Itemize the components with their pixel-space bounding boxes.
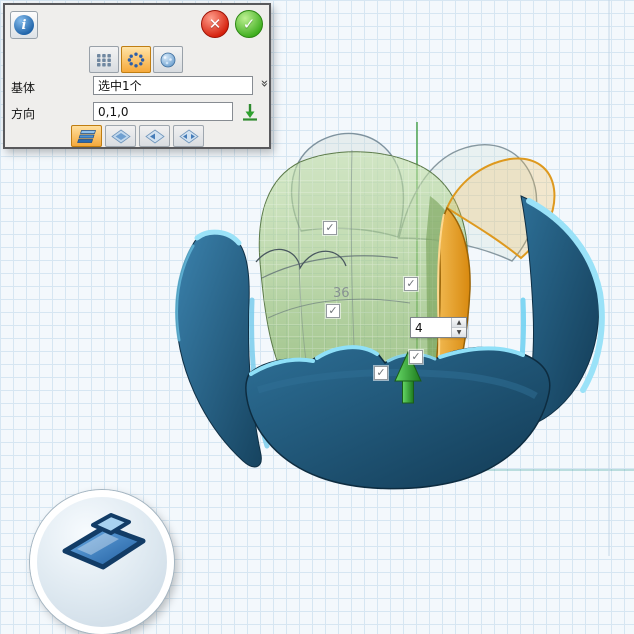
mode-sphere-button[interactable] — [153, 46, 183, 73]
expand-chevron-button[interactable]: » — [256, 76, 272, 96]
check-icon: ✓ — [243, 15, 256, 33]
count-spinner: ▲ ▼ — [410, 317, 467, 338]
checkbox-check-icon: ✓ — [376, 366, 385, 379]
option-diamond-left-button[interactable] — [105, 125, 136, 147]
option-stack-button[interactable] — [71, 125, 102, 147]
base-field-label: 基体 — [11, 79, 35, 96]
spinner-up-icon[interactable]: ▲ — [452, 318, 466, 328]
mode-grid-button[interactable] — [89, 46, 119, 73]
stacked-layers-icon — [76, 129, 98, 144]
spinner-down-icon[interactable]: ▼ — [452, 328, 466, 337]
selection-checkbox[interactable]: ✓ — [323, 221, 337, 235]
spinner-buttons: ▲ ▼ — [451, 318, 466, 337]
diamond-left-icon — [110, 129, 132, 144]
cancel-button[interactable]: ✕ — [201, 10, 229, 38]
option-button-row — [71, 125, 204, 147]
chevron-double-icon: » — [257, 80, 272, 88]
selection-checkbox[interactable]: ✓ — [409, 350, 423, 364]
cad-application-window: { "glyphs": { "info": "i", "close": "✕",… — [0, 0, 634, 556]
base-field-input[interactable] — [93, 76, 253, 95]
command-dialog: i ✕ ✓ — [3, 3, 271, 149]
view-tool-button[interactable] — [30, 490, 174, 634]
mode-circular-pattern-button[interactable] — [121, 46, 151, 73]
checkbox-check-icon: ✓ — [406, 277, 415, 290]
pick-direction-button[interactable] — [240, 102, 260, 122]
checkbox-check-icon: ✓ — [411, 350, 420, 363]
checkbox-check-icon: ✓ — [328, 304, 337, 317]
tool-3d-icon — [51, 507, 161, 579]
checkbox-check-icon: ✓ — [325, 221, 334, 234]
dimension-label: 36 — [333, 286, 350, 301]
sphere-pattern-icon — [159, 52, 177, 68]
selection-checkbox[interactable]: ✓ — [326, 304, 340, 318]
count-input[interactable] — [411, 318, 451, 337]
option-diamond-flip-button[interactable] — [139, 125, 170, 147]
direction-field-label: 方向 — [11, 105, 35, 122]
pick-arrow-icon — [240, 102, 260, 122]
circular-dots-icon — [127, 52, 145, 68]
option-diamond-both-button[interactable] — [173, 125, 204, 147]
confirm-button[interactable]: ✓ — [235, 10, 263, 38]
direction-field-input[interactable] — [93, 102, 233, 121]
diamond-flip-icon — [144, 129, 166, 144]
info-icon: i — [14, 15, 34, 35]
close-icon: ✕ — [209, 15, 222, 33]
petal-front[interactable] — [246, 347, 550, 489]
info-button[interactable]: i — [10, 11, 38, 39]
diamond-both-icon — [178, 129, 200, 144]
mode-button-row — [89, 46, 183, 73]
direction-arrow-shaft[interactable] — [403, 381, 414, 403]
dot-grid-icon — [96, 53, 112, 67]
selection-checkbox[interactable]: ✓ — [404, 277, 418, 291]
selection-checkbox[interactable]: ✓ — [374, 366, 388, 380]
petal-left[interactable] — [176, 232, 261, 467]
